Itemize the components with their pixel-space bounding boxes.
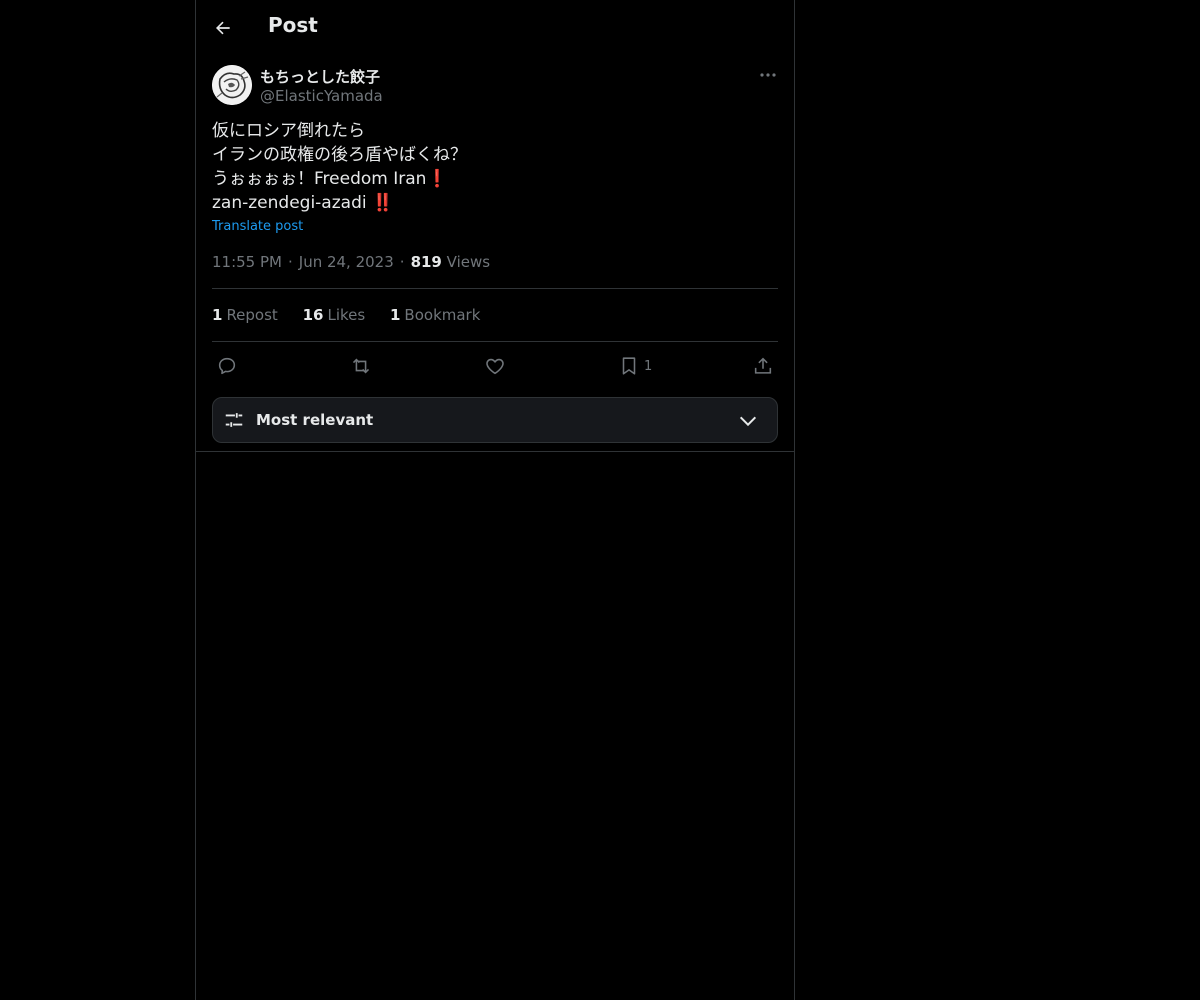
exclamation-emoji: ❗ bbox=[426, 169, 448, 189]
post-date[interactable]: Jun 24, 2023 bbox=[299, 253, 394, 271]
reposts-count: 1 bbox=[212, 306, 223, 324]
post-line-text: zan-zendegi-azadi bbox=[212, 193, 367, 213]
reposts-stat[interactable]: 1 Repost bbox=[212, 306, 278, 324]
repost-button[interactable] bbox=[350, 352, 372, 380]
meta-separator: · bbox=[399, 253, 405, 271]
engagement-stats: 1 Repost 16 Likes 1 Bookmark bbox=[212, 306, 500, 324]
post-line: 仮にロシア倒れたら bbox=[212, 121, 365, 141]
views-count: 819 bbox=[410, 253, 442, 271]
bookmark-icon bbox=[622, 357, 636, 375]
bookmark-button[interactable]: 1 bbox=[618, 352, 652, 380]
chevron-down-icon bbox=[739, 416, 757, 427]
post-column: Post もちっとした餃子 @ElasticYamada 仮にロシア倒れたら イ… bbox=[195, 0, 795, 1000]
post-text: 仮にロシア倒れたら イランの政権の後ろ盾やばくね？ うぉぉぉぉ！Freedom … bbox=[212, 119, 778, 215]
meta-separator: · bbox=[287, 253, 293, 271]
more-options-button[interactable] bbox=[756, 64, 780, 86]
bookmarks-count: 1 bbox=[389, 306, 401, 324]
post-meta: 11:55 PM · Jun 24, 2023 · 819 Views bbox=[212, 253, 490, 271]
divider bbox=[212, 341, 778, 342]
heart-icon bbox=[486, 358, 504, 375]
bookmark-count: 1 bbox=[644, 358, 653, 374]
post-line: zan-zendegi-azadi ‼️ bbox=[212, 191, 778, 215]
page-title: Post bbox=[268, 13, 318, 37]
post-line: うぉぉぉぉ！Freedom Iran❗ bbox=[212, 167, 778, 191]
top-bar: Post bbox=[196, 0, 794, 54]
reply-button[interactable] bbox=[216, 352, 238, 380]
bookmarks-stat[interactable]: 1 Bookmark bbox=[390, 306, 480, 324]
more-horizontal-icon bbox=[760, 73, 776, 77]
sliders-icon bbox=[225, 413, 243, 427]
reply-icon bbox=[218, 357, 236, 375]
arrow-left-icon bbox=[216, 21, 230, 35]
views-label: Views bbox=[446, 253, 491, 271]
author-display-name[interactable]: もちっとした餃子 bbox=[260, 66, 380, 87]
reposts-label: Repost bbox=[226, 306, 278, 324]
divider bbox=[212, 288, 778, 289]
avatar[interactable] bbox=[212, 65, 252, 105]
share-button[interactable] bbox=[752, 352, 774, 380]
likes-count: 16 bbox=[302, 306, 324, 324]
bookmarks-label: Bookmark bbox=[404, 306, 481, 324]
post-line: イランの政権の後ろ盾やばくね？ bbox=[212, 145, 467, 165]
back-button[interactable] bbox=[206, 11, 240, 45]
share-icon bbox=[754, 357, 772, 374]
divider bbox=[196, 451, 794, 452]
likes-stat[interactable]: 16 Likes bbox=[303, 306, 366, 324]
likes-label: Likes bbox=[327, 306, 366, 324]
post-time[interactable]: 11:55 PM bbox=[212, 253, 282, 271]
repost-icon bbox=[352, 358, 370, 374]
avatar-image bbox=[212, 65, 252, 105]
like-button[interactable] bbox=[484, 352, 506, 380]
sort-label: Most relevant bbox=[256, 411, 374, 429]
post-line-text: うぉぉぉぉ！Freedom Iran bbox=[212, 169, 427, 189]
author-handle[interactable]: @ElasticYamada bbox=[260, 87, 383, 105]
translate-post-link[interactable]: Translate post bbox=[212, 219, 303, 234]
sort-replies-dropdown[interactable]: Most relevant bbox=[212, 397, 778, 443]
double-exclamation-emoji: ‼️ bbox=[371, 193, 394, 213]
